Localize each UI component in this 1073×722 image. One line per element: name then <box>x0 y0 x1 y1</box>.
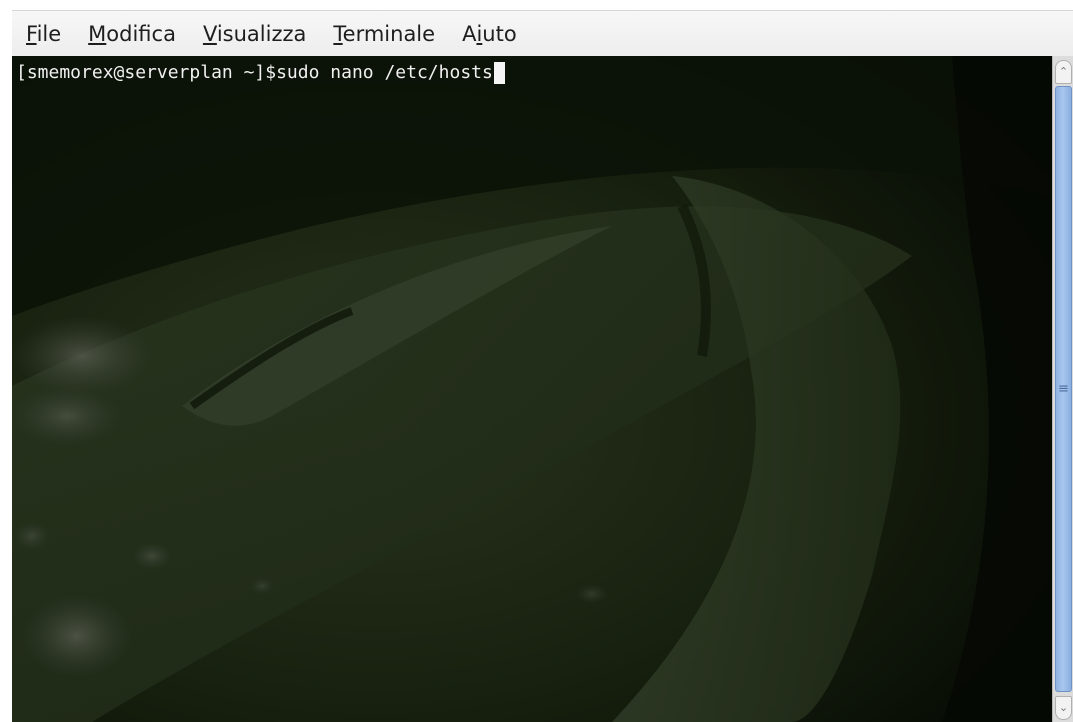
scroll-down-arrow-icon[interactable]: ⌄ <box>1055 696 1072 720</box>
vertical-scrollbar[interactable]: ⌃ ≡ ⌄ <box>1052 56 1073 722</box>
menu-aiuto-label: uto <box>482 21 517 46</box>
menu-file-label: ile <box>36 21 62 46</box>
text-cursor <box>493 62 505 84</box>
menu-file-mnemonic: F <box>26 21 37 46</box>
menu-aiuto[interactable]: Aiuto <box>462 11 517 57</box>
menu-visualizza-mnemonic: V <box>202 21 217 46</box>
menu-visualizza[interactable]: Visualizza <box>203 11 306 57</box>
menu-modifica[interactable]: Modifica <box>88 11 176 57</box>
menu-modifica-label: odifica <box>106 21 176 46</box>
menu-terminale-label: erminale <box>342 21 436 46</box>
prompt-line: [smemorex@serverplan ~]$ sudo nano /etc/h… <box>16 60 505 86</box>
terminal-area[interactable]: [smemorex@serverplan ~]$ sudo nano /etc/h… <box>12 56 1052 722</box>
typed-command: sudo nano /etc/hosts <box>276 62 493 83</box>
grip-icon: ≡ <box>1058 381 1069 397</box>
menu-terminale-mnemonic: T <box>333 21 343 46</box>
terminal-background-image <box>12 56 1052 722</box>
menu-aiuto-prefix: A <box>462 21 477 46</box>
scroll-up-arrow-icon[interactable]: ⌃ <box>1055 60 1072 84</box>
menu-modifica-mnemonic: M <box>88 21 107 46</box>
menu-file[interactable]: File <box>26 11 61 57</box>
menu-visualizza-label: isualizza <box>216 21 307 46</box>
scroll-thumb[interactable]: ≡ <box>1055 86 1072 692</box>
menu-bar: File Modifica Visualizza Terminale Aiuto <box>12 10 1073 56</box>
shell-prompt: [smemorex@serverplan ~]$ <box>16 62 277 83</box>
menu-terminale[interactable]: Terminale <box>333 11 435 57</box>
terminal-window: File Modifica Visualizza Terminale Aiuto <box>0 0 1073 722</box>
